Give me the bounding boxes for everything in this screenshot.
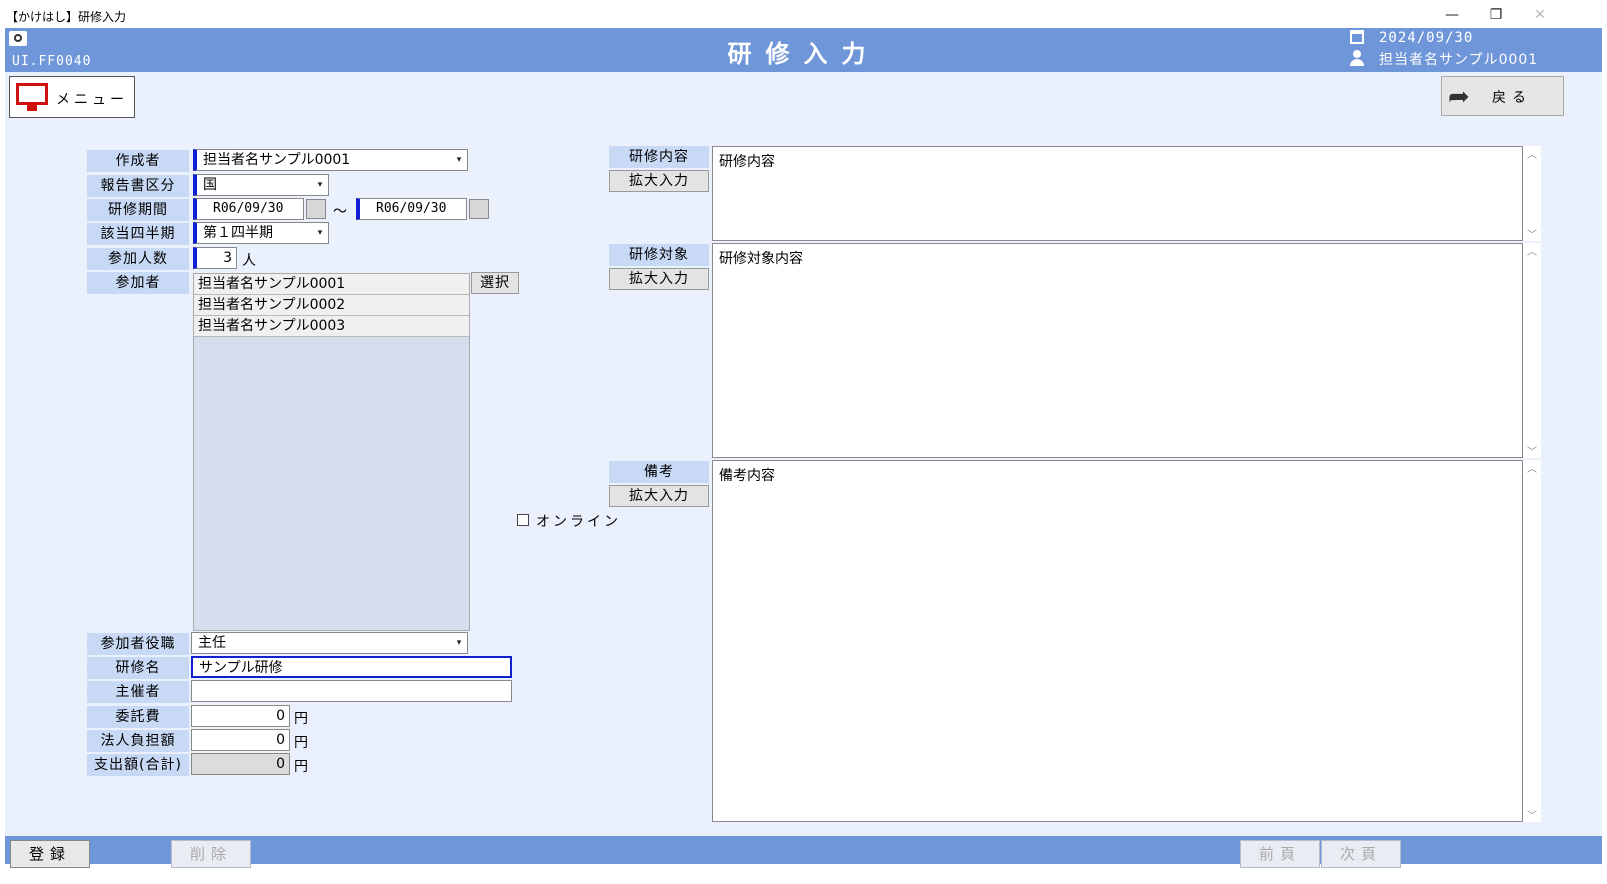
- total-expense-label: 支出額(合計): [87, 754, 189, 776]
- remarks-textarea[interactable]: 備考内容: [712, 460, 1523, 822]
- period-label: 研修期間: [87, 199, 189, 221]
- content-expand-button[interactable]: 拡大入力: [609, 170, 709, 192]
- scroll-up-icon[interactable]: ︿: [1523, 243, 1541, 258]
- back-arrow-icon: ➦: [1448, 82, 1470, 112]
- total-expense-unit: 円: [294, 759, 308, 775]
- period-end-input[interactable]: R06/09/30: [356, 198, 467, 220]
- chevron-down-icon: ▾: [456, 155, 462, 165]
- online-checkbox[interactable]: [517, 514, 529, 526]
- next-page-button[interactable]: 次頁: [1321, 840, 1401, 868]
- participants-label: 参加者: [87, 272, 189, 294]
- content-textarea[interactable]: 研修内容: [712, 146, 1523, 241]
- corporate-burden-input[interactable]: 0: [191, 729, 290, 751]
- calendar-icon[interactable]: [306, 199, 326, 219]
- restore-button[interactable]: ❐: [1476, 4, 1516, 26]
- prev-page-button[interactable]: 前頁: [1240, 840, 1320, 868]
- monitor-icon: [16, 83, 48, 105]
- scroll-down-icon[interactable]: ﹀: [1523, 807, 1541, 822]
- target-expand-button[interactable]: 拡大入力: [609, 268, 709, 290]
- app-header: UI.FF0040 研修入力 2024/09/30 担当者名サンプル0001: [5, 28, 1602, 72]
- menu-label: メニュー: [56, 92, 128, 108]
- remarks-label: 備考: [609, 461, 709, 483]
- attendee-count-unit: 人: [242, 253, 256, 269]
- commission-fee-unit: 円: [294, 711, 308, 727]
- commission-fee-label: 委託費: [87, 706, 189, 728]
- corporate-burden-label: 法人負担額: [87, 730, 189, 752]
- attendee-count-label: 参加人数: [87, 248, 189, 270]
- menu-button[interactable]: メニュー: [9, 76, 135, 118]
- chevron-down-icon: ▾: [317, 228, 323, 238]
- training-name-label: 研修名: [87, 657, 189, 679]
- commission-fee-input[interactable]: 0: [191, 705, 290, 727]
- back-button[interactable]: ➦ 戻る: [1441, 76, 1564, 116]
- window-titlebar: 【かけはし】研修入力 — ❐ ✕: [0, 0, 1607, 28]
- participants-list[interactable]: 担当者名サンプル0001 担当者名サンプル0002 担当者名サンプル0003: [193, 273, 470, 631]
- user-icon: [1350, 50, 1364, 66]
- author-label: 作成者: [87, 150, 189, 172]
- quarter-label: 該当四半期: [87, 223, 189, 245]
- training-name-input[interactable]: サンプル研修: [191, 656, 512, 678]
- register-button[interactable]: 登録: [10, 840, 90, 868]
- minimize-button[interactable]: —: [1432, 4, 1472, 26]
- report-type-label: 報告書区分: [87, 175, 189, 197]
- participant-role-select[interactable]: 主任 ▾: [191, 632, 468, 654]
- target-scrollbar[interactable]: ︿ ﹀: [1523, 243, 1541, 458]
- period-start-input[interactable]: R06/09/30: [193, 198, 304, 220]
- delete-button[interactable]: 削除: [171, 840, 251, 868]
- organizer-input[interactable]: [191, 680, 512, 702]
- chevron-down-icon: ▾: [456, 638, 462, 648]
- attendee-count-input[interactable]: 3: [193, 247, 237, 269]
- remarks-scrollbar[interactable]: ︿ ﹀: [1523, 460, 1541, 822]
- chevron-down-icon: ▾: [317, 180, 323, 190]
- participant-role-value: 主任: [198, 635, 226, 651]
- remarks-expand-button[interactable]: 拡大入力: [609, 485, 709, 507]
- report-type-select[interactable]: 国 ▾: [193, 174, 329, 196]
- author-select[interactable]: 担当者名サンプル0001 ▾: [193, 149, 468, 171]
- target-label: 研修対象: [609, 244, 709, 266]
- window-title: 【かけはし】研修入力: [6, 10, 127, 24]
- close-button[interactable]: ✕: [1520, 4, 1560, 26]
- participant-role-label: 参加者役職: [87, 633, 189, 655]
- target-textarea[interactable]: 研修対象内容: [712, 243, 1523, 458]
- content-label: 研修内容: [609, 146, 709, 168]
- header-user: 担当者名サンプル0001: [1379, 52, 1539, 68]
- scroll-up-icon[interactable]: ︿: [1523, 146, 1541, 161]
- total-expense-field: 0: [191, 753, 290, 775]
- scroll-up-icon[interactable]: ︿: [1523, 460, 1541, 475]
- calendar-icon: [1350, 30, 1364, 44]
- report-type-value: 国: [203, 177, 217, 193]
- list-item[interactable]: 担当者名サンプル0001: [194, 274, 469, 295]
- select-participants-button[interactable]: 選択: [471, 272, 519, 294]
- content-scrollbar[interactable]: ︿ ﹀: [1523, 146, 1541, 241]
- organizer-label: 主催者: [87, 681, 189, 703]
- quarter-value: 第１四半期: [203, 225, 273, 241]
- scroll-down-icon[interactable]: ﹀: [1523, 226, 1541, 241]
- scroll-down-icon[interactable]: ﹀: [1523, 443, 1541, 458]
- list-item[interactable]: 担当者名サンプル0002: [194, 295, 469, 316]
- author-value: 担当者名サンプル0001: [203, 152, 351, 168]
- back-label: 戻る: [1492, 90, 1532, 106]
- period-separator: ～: [333, 204, 347, 220]
- header-date: 2024/09/30: [1379, 30, 1474, 46]
- online-label: オンライン: [536, 514, 621, 530]
- calendar-icon[interactable]: [469, 199, 489, 219]
- quarter-select[interactable]: 第１四半期 ▾: [193, 222, 329, 244]
- list-item[interactable]: 担当者名サンプル0003: [194, 316, 469, 337]
- corporate-burden-unit: 円: [294, 735, 308, 751]
